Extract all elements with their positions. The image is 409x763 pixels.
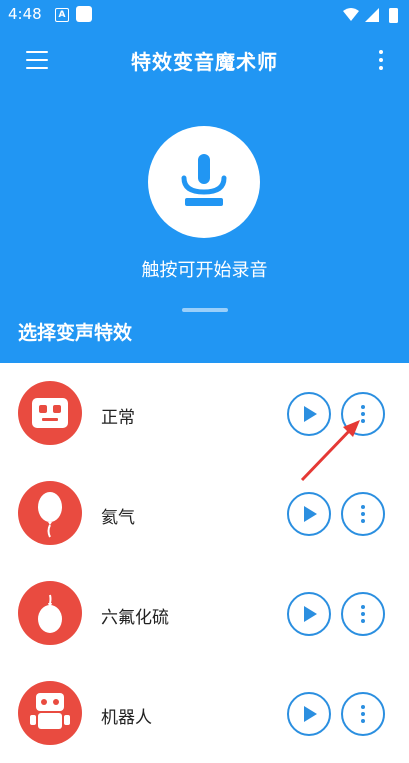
vertical-dots-icon [361, 505, 365, 523]
effect-name: 氦气 [101, 508, 135, 528]
play-button[interactable] [287, 492, 331, 536]
header-panel: 特效变音魔术师 触按可开始录音 选择变声特效 [0, 30, 409, 363]
effect-row-helium[interactable]: 氦气 [0, 463, 409, 563]
record-button[interactable] [148, 126, 260, 238]
robot-icon [18, 681, 82, 745]
play-button[interactable] [287, 392, 331, 436]
heavy-balloon-icon [18, 581, 82, 645]
system-icons [343, 8, 398, 23]
vertical-dots-icon [361, 705, 365, 723]
vertical-dots-icon [361, 605, 365, 623]
play-button[interactable] [287, 592, 331, 636]
robot-face-icon [18, 381, 82, 445]
effect-row-sf6[interactable]: 六氟化硫 [0, 563, 409, 663]
play-button[interactable] [287, 692, 331, 736]
effect-options-button[interactable] [341, 692, 385, 736]
microphone-icon [181, 154, 227, 206]
signal-icon [365, 8, 379, 22]
effect-options-button[interactable] [341, 392, 385, 436]
play-icon [304, 606, 317, 622]
status-bar: 4:48 A [0, 0, 409, 30]
drag-handle[interactable] [182, 308, 228, 312]
record-hint: 触按可开始录音 [141, 260, 268, 281]
app-title: 特效变音魔术师 [131, 50, 278, 74]
play-icon [304, 706, 317, 722]
balloon-icon [18, 481, 82, 545]
wifi-icon [343, 8, 359, 21]
notification-square-icon [76, 6, 92, 22]
play-icon [304, 406, 317, 422]
effect-options-button[interactable] [341, 492, 385, 536]
notification-a-icon: A [55, 8, 69, 22]
app-bar: 特效变音魔术师 [0, 30, 409, 90]
more-options-button[interactable] [375, 48, 387, 72]
status-time: 4:48 [8, 5, 42, 23]
play-icon [304, 506, 317, 522]
effect-row-robot[interactable]: 机器人 [0, 663, 409, 763]
effect-options-button[interactable] [341, 592, 385, 636]
vertical-dots-icon [361, 405, 365, 423]
battery-icon [389, 8, 398, 23]
effect-row-normal[interactable]: 正常 [0, 363, 409, 463]
effect-name: 六氟化硫 [101, 608, 169, 628]
effect-name: 机器人 [101, 708, 152, 728]
section-title: 选择变声特效 [18, 322, 133, 344]
effect-name: 正常 [101, 408, 135, 428]
